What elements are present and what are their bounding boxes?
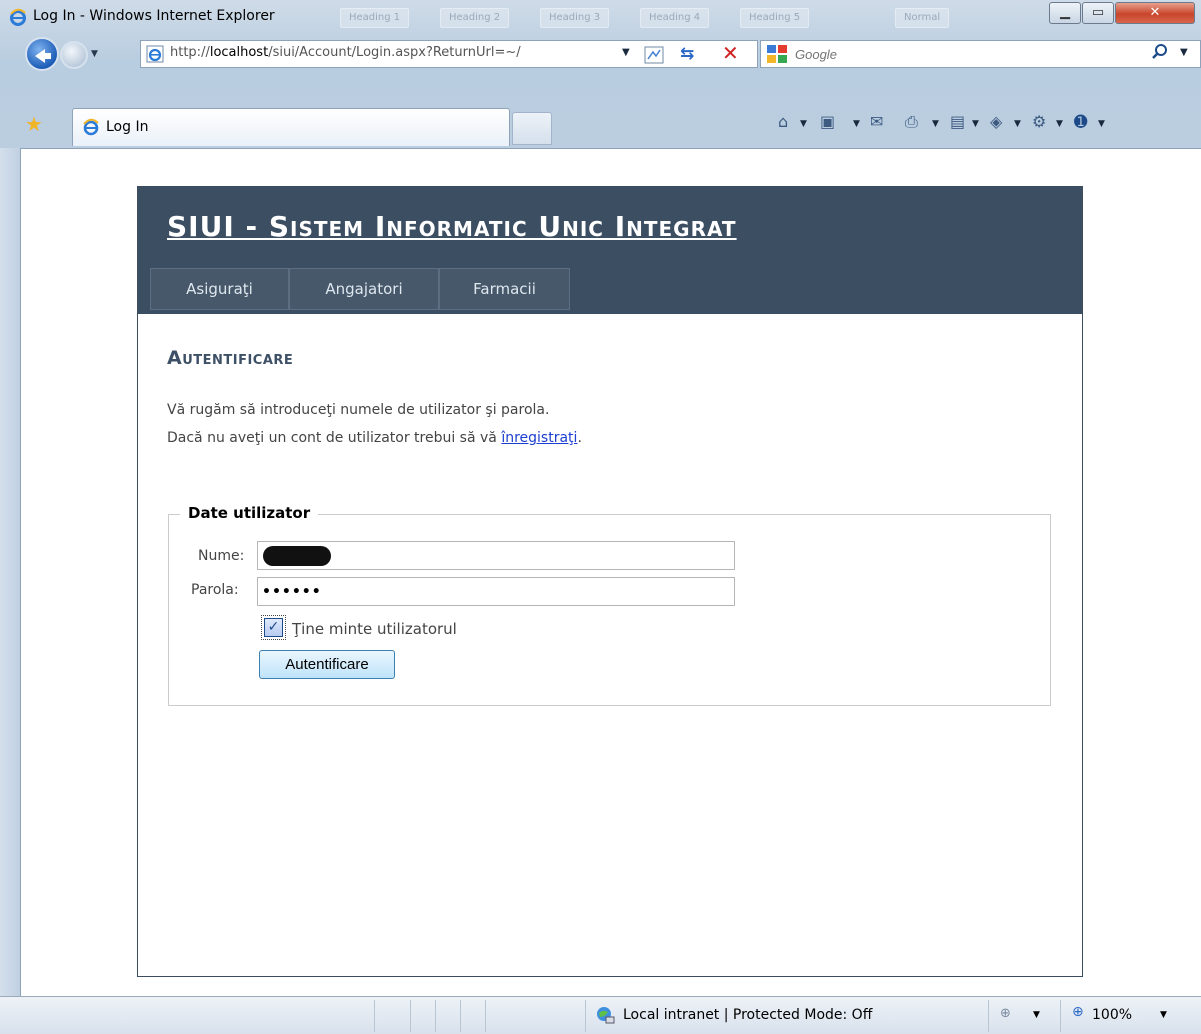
tools-icon[interactable]: ⚙ [1032, 112, 1046, 136]
password-input[interactable] [257, 577, 735, 606]
refresh-icon[interactable]: ⇆ [680, 44, 694, 64]
safety-icon[interactable]: ◈ [990, 112, 1002, 136]
new-tab-button[interactable] [512, 112, 552, 145]
instructions-text: Dacă nu aveţi un cont de utilizator treb… [167, 430, 502, 446]
instructions-line-1: Vă rugăm să introduceţi numele de utiliz… [167, 402, 550, 418]
feeds-dropdown-icon[interactable]: ▼ [853, 119, 860, 129]
recent-pages-dropdown-icon[interactable]: ▼ [91, 49, 98, 59]
status-separator [460, 1000, 461, 1032]
status-separator [585, 1000, 586, 1032]
ghost-tab: Normal [895, 8, 950, 28]
zoom-level[interactable]: 100% [1092, 1007, 1132, 1023]
redacted-username [263, 546, 331, 566]
maximize-button[interactable]: ▭ [1082, 2, 1114, 24]
protected-mode-dropdown-icon[interactable]: ▼ [1033, 1010, 1040, 1020]
ghost-tab: Heading 2 [440, 8, 510, 28]
page-icon[interactable]: ▤ [950, 112, 965, 136]
help-dropdown-icon[interactable]: ▼ [1098, 119, 1105, 129]
status-separator [988, 1000, 989, 1032]
page-favicon-icon [146, 45, 164, 63]
home-icon[interactable]: ⌂ [778, 112, 788, 136]
close-button[interactable]: ✕ [1115, 2, 1195, 24]
status-separator [435, 1000, 436, 1032]
mail-icon[interactable]: ✉ [870, 112, 883, 136]
help-icon[interactable]: ➊ [1074, 112, 1087, 136]
print-dropdown-icon[interactable]: ▼ [932, 119, 939, 129]
menu-item-asigurati[interactable]: Asiguraţi [150, 268, 289, 310]
tab-favicon-icon [83, 118, 99, 136]
login-button[interactable]: Autentificare [259, 650, 395, 679]
search-icon[interactable] [1150, 42, 1170, 62]
url-host: localhost [209, 45, 269, 60]
menu-item-angajatori[interactable]: Angajatori [289, 268, 439, 310]
google-icon[interactable] [766, 44, 788, 64]
window-left-edge [0, 148, 20, 996]
status-separator [374, 1000, 375, 1032]
intranet-zone-icon[interactable] [595, 1005, 615, 1025]
instructions-line-2: Dacă nu aveţi un cont de utilizator treb… [167, 430, 582, 446]
checkmark-icon: ✓ [264, 618, 283, 637]
page-dropdown-icon[interactable]: ▼ [972, 119, 979, 129]
username-label: Nume: [198, 548, 245, 564]
ghost-tab: Heading 4 [640, 8, 710, 28]
stop-icon[interactable]: ✕ [722, 41, 739, 65]
search-dropdown-icon[interactable]: ▼ [1180, 47, 1188, 58]
tab-label: Log In [106, 119, 149, 135]
search-input[interactable] [795, 43, 1135, 65]
print-icon[interactable]: ⎙ [905, 112, 918, 136]
window-title: Log In - Windows Internet Explorer [33, 8, 275, 24]
address-url[interactable]: http://localhost/siui/Account/Login.aspx… [170, 45, 521, 60]
password-label: Parola: [191, 582, 239, 598]
remember-me-label[interactable]: Ţine minte utilizatorul [292, 620, 457, 638]
status-separator [1060, 1000, 1061, 1032]
address-dropdown-icon[interactable]: ▼ [622, 47, 630, 58]
menu-item-farmacii[interactable]: Farmacii [439, 268, 570, 310]
browser-window: Log In - Windows Internet Explorer Headi… [0, 0, 1201, 1034]
favorites-star-icon[interactable]: ★ [25, 112, 43, 136]
security-zone-text[interactable]: Local intranet | Protected Mode: Off [623, 1007, 872, 1023]
home-dropdown-icon[interactable]: ▼ [800, 119, 807, 129]
remember-me-checkbox[interactable]: ✓ [261, 615, 286, 640]
status-separator [410, 1000, 411, 1032]
compatibility-view-icon[interactable] [643, 44, 665, 66]
safety-dropdown-icon[interactable]: ▼ [1014, 119, 1021, 129]
site-title-link[interactable]: SIUI - Sistem Informatic Unic Integrat [167, 210, 737, 243]
zoom-icon[interactable]: ⊕ [1072, 1004, 1084, 1020]
title-bar: Log In - Windows Internet Explorer Headi… [0, 0, 1201, 34]
ie-logo-icon [10, 8, 26, 26]
ghost-tab: Heading 5 [740, 8, 810, 28]
forward-icon[interactable] [60, 41, 88, 69]
url-prefix: http:// [170, 45, 210, 60]
fieldset-legend: Date utilizator [180, 504, 319, 522]
url-path: /siui/Account/Login.aspx?ReturnUrl=~/ [268, 45, 521, 60]
status-separator [485, 1000, 486, 1032]
minimize-button[interactable]: ▁ [1049, 2, 1081, 24]
tools-dropdown-icon[interactable]: ▼ [1056, 119, 1063, 129]
back-icon[interactable] [25, 37, 59, 71]
instructions-period: . [577, 430, 582, 446]
page-heading: Autentificare [167, 347, 294, 369]
protected-mode-icon[interactable]: ⊕ [1000, 1006, 1011, 1021]
feeds-icon[interactable]: ▣ [820, 112, 835, 136]
ghost-tab: Heading 3 [540, 8, 610, 28]
ghost-tab: Heading 1 [340, 8, 410, 28]
register-link[interactable]: înregistraţi [501, 430, 577, 446]
zoom-dropdown-icon[interactable]: ▼ [1160, 1010, 1167, 1020]
